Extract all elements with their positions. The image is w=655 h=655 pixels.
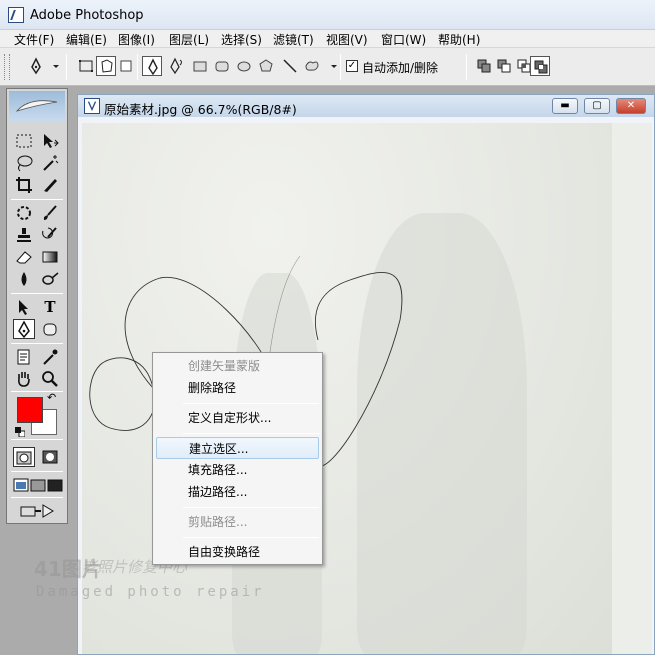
jump-to-imageready-icon[interactable]	[13, 501, 63, 521]
path-selection-tool-icon[interactable]	[13, 297, 35, 317]
shape-layers-icon[interactable]	[76, 56, 96, 76]
menu-view[interactable]: 视图(V)	[326, 31, 368, 48]
menu-make-selection[interactable]: 建立选区...	[156, 437, 319, 459]
minimize-button[interactable]: ▬	[552, 98, 578, 114]
document-icon	[84, 98, 100, 114]
rounded-rectangle-icon[interactable]	[212, 56, 232, 76]
healing-brush-tool-icon[interactable]	[13, 203, 35, 223]
notes-tool-icon[interactable]	[13, 347, 35, 367]
shape-dropdown-icon[interactable]	[324, 56, 337, 76]
document-title: 原始素材.jpg @ 66.7%(RGB/8#)	[104, 102, 297, 117]
menu-bar: 文件(F) 编辑(E) 图像(I) 图层(L) 选择(S) 滤镜(T) 视图(V…	[0, 30, 655, 48]
watermark-english: Damaged photo repair	[36, 584, 265, 600]
gradient-tool-icon[interactable]	[39, 247, 61, 267]
lasso-tool-icon[interactable]	[13, 153, 35, 173]
slice-tool-icon[interactable]	[39, 175, 61, 195]
polygon-shape-icon[interactable]	[256, 56, 276, 76]
rectangle-shape-icon[interactable]	[190, 56, 210, 76]
toolbox-header	[9, 91, 65, 121]
freeform-pen-icon[interactable]	[166, 56, 186, 76]
full-screen-menu-mode-icon[interactable]	[28, 475, 46, 495]
blur-tool-icon[interactable]	[13, 269, 35, 289]
menu-help[interactable]: 帮助(H)	[438, 31, 480, 48]
close-button[interactable]: ✕	[616, 98, 646, 114]
move-tool-icon[interactable]	[39, 131, 61, 151]
toolbar-grip[interactable]	[4, 54, 10, 80]
combine-paths-icon[interactable]	[474, 56, 494, 76]
options-bar: ✓ 自动添加/删除	[0, 48, 655, 86]
menu-layer[interactable]: 图层(L)	[169, 31, 209, 48]
menu-fill-path[interactable]: 填充路径...	[153, 459, 322, 481]
pen-preset-icon[interactable]	[26, 56, 46, 76]
crop-tool-icon[interactable]	[13, 175, 35, 195]
subtract-paths-icon[interactable]	[494, 56, 514, 76]
maximize-button[interactable]: ▢	[584, 98, 610, 114]
clone-stamp-tool-icon[interactable]	[13, 225, 35, 245]
pen-tool-icon[interactable]	[13, 319, 35, 339]
menu-edit[interactable]: 编辑(E)	[66, 31, 107, 48]
eraser-tool-icon[interactable]	[13, 247, 35, 267]
swap-colors-icon[interactable]: ↶	[47, 392, 59, 405]
app-title: Adobe Photoshop	[30, 8, 144, 23]
dodge-tool-icon[interactable]	[39, 269, 61, 289]
full-screen-mode-icon[interactable]	[45, 475, 63, 495]
menu-clipping-path[interactable]: 剪贴路径...	[153, 511, 322, 533]
magic-wand-tool-icon[interactable]	[39, 153, 61, 173]
exclude-paths-icon[interactable]	[530, 56, 550, 76]
app-titlebar: Adobe Photoshop	[0, 0, 655, 30]
pen-tool-option-icon[interactable]	[142, 56, 162, 76]
document-titlebar[interactable]: 原始素材.jpg @ 66.7%(RGB/8#) ▬ ▢ ✕	[78, 95, 654, 117]
menu-file[interactable]: 文件(F)	[14, 31, 54, 48]
type-tool-icon[interactable]: T	[39, 297, 61, 317]
feather-icon	[15, 100, 58, 112]
quick-mask-mode-icon[interactable]	[39, 447, 61, 467]
auto-add-delete-label: 自动添加/删除	[362, 61, 439, 75]
zoom-tool-icon[interactable]	[39, 369, 61, 389]
line-shape-icon[interactable]	[280, 56, 300, 76]
history-brush-tool-icon[interactable]	[39, 225, 61, 245]
toolbox: T ↶	[6, 88, 68, 524]
hand-tool-icon[interactable]	[13, 369, 35, 389]
menu-delete-path[interactable]: 删除路径	[153, 377, 322, 399]
default-colors-icon[interactable]	[15, 427, 25, 437]
brush-tool-icon[interactable]	[39, 203, 61, 223]
eyedropper-tool-icon[interactable]	[39, 347, 61, 367]
standard-mode-icon[interactable]	[13, 447, 35, 467]
context-menu: 创建矢量蒙版 删除路径 定义自定形状... 建立选区... 填充路径... 描边…	[152, 352, 323, 565]
fill-pixels-icon[interactable]	[116, 56, 136, 76]
menu-create-vector-mask[interactable]: 创建矢量蒙版	[153, 355, 322, 377]
rect-marquee-tool-icon[interactable]	[13, 131, 35, 151]
menu-select[interactable]: 选择(S)	[221, 31, 262, 48]
photo-person-right	[357, 213, 527, 654]
menu-window[interactable]: 窗口(W)	[381, 31, 426, 48]
menu-free-transform-path[interactable]: 自由变换路径	[153, 541, 322, 563]
menu-stroke-path[interactable]: 描边路径...	[153, 481, 322, 503]
paths-mode-icon[interactable]	[96, 56, 116, 76]
custom-shape-icon[interactable]	[302, 56, 322, 76]
menu-image[interactable]: 图像(I)	[118, 31, 155, 48]
menu-filter[interactable]: 滤镜(T)	[273, 31, 314, 48]
foreground-color-swatch[interactable]	[17, 397, 43, 423]
menu-define-custom-shape[interactable]: 定义自定形状...	[153, 407, 322, 429]
auto-add-delete-checkbox[interactable]: ✓	[346, 60, 358, 72]
preset-dropdown-icon[interactable]	[46, 56, 59, 76]
photoshop-logo-icon	[8, 7, 24, 23]
ellipse-shape-icon[interactable]	[234, 56, 254, 76]
shape-tool-icon[interactable]	[39, 319, 61, 339]
standard-screen-mode-icon[interactable]	[11, 475, 29, 495]
